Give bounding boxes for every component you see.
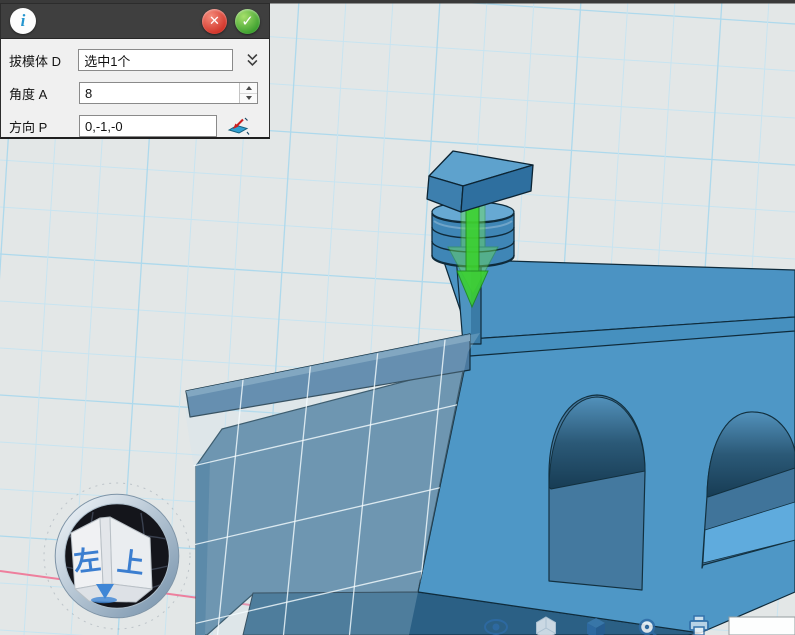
angle-input[interactable] [79, 82, 258, 104]
expand-chevron-icon[interactable] [244, 52, 261, 68]
angle-label: 角度 A [9, 84, 79, 103]
direction-input[interactable] [79, 115, 217, 137]
cancel-x-icon: ✕ [209, 14, 220, 29]
info-glyph: i [21, 11, 26, 31]
dialog-titlebar[interactable]: i ✕ ✓ [1, 4, 269, 39]
draft-feature-dialog: i ✕ ✓ 拔模体 D 角度 A [0, 3, 270, 139]
dialog-body: 拔模体 D 角度 A 方向 P [1, 48, 269, 138]
view-cube-shadow-splat-icon [91, 597, 117, 603]
angle-spinner [239, 83, 257, 103]
direction-label: 方向 P [9, 117, 79, 136]
draft-body-input[interactable] [78, 49, 233, 71]
spinner-down-icon[interactable] [240, 94, 257, 104]
tooltip-box [729, 617, 795, 635]
field-row-direction: 方向 P [9, 114, 261, 138]
info-icon: i [10, 8, 36, 34]
field-row-angle: 角度 A [9, 81, 261, 105]
angle-stepper [79, 82, 258, 104]
flip-direction-icon[interactable] [226, 117, 250, 136]
confirm-button[interactable]: ✓ [235, 9, 260, 34]
cancel-button[interactable]: ✕ [202, 9, 227, 34]
view-cube-label-left[interactable]: 左 [72, 544, 102, 577]
field-row-draft-body: 拔模体 D [9, 48, 261, 72]
spinner-up-icon[interactable] [240, 83, 257, 94]
cad-viewport: 左 上 [0, 0, 795, 635]
view-cube-label-right[interactable]: 上 [116, 546, 146, 579]
confirm-check-icon: ✓ [241, 12, 254, 30]
draft-body-label: 拔模体 D [9, 51, 78, 70]
